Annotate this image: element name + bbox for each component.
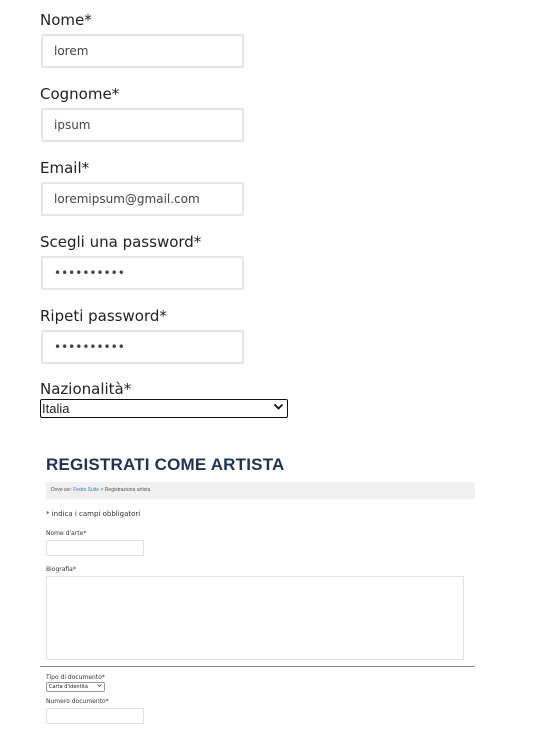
repeat-password-label: Ripeti password* <box>40 307 167 325</box>
doc-type-selected-value: Carta d'identità <box>49 684 88 690</box>
breadcrumb: Dove sei: Fedro Suite > Registrazione ar… <box>46 482 475 499</box>
cognome-field-wrap <box>41 108 253 142</box>
cognome-input[interactable] <box>43 110 253 140</box>
bio-label: Biografia* <box>46 566 76 573</box>
stage-name-label: Nome d'arte* <box>46 530 87 537</box>
email-label: Email* <box>40 159 90 177</box>
nazionalita-selected-value: Italia <box>42 401 70 416</box>
repeat-password-input[interactable] <box>43 332 253 362</box>
nazionalita-label: Nazionalità* <box>40 380 132 398</box>
artist-section-title: REGISTRATI COME ARTISTA <box>46 455 285 474</box>
breadcrumb-prefix: Dove sei: <box>51 487 72 493</box>
email-field-wrap <box>41 182 253 216</box>
stage-name-input[interactable] <box>46 540 144 556</box>
doc-number-input[interactable] <box>46 708 144 724</box>
breadcrumb-current: Registrazione artista <box>104 487 151 493</box>
chevron-down-icon <box>273 401 284 418</box>
doc-type-select[interactable]: Carta d'identità <box>46 682 105 692</box>
divider <box>40 666 475 667</box>
chevron-down-icon <box>97 683 102 691</box>
nazionalita-select[interactable]: Italia <box>40 399 288 418</box>
doc-number-label: Numero documento* <box>46 698 109 705</box>
password-input[interactable] <box>43 258 253 288</box>
nome-input[interactable] <box>43 36 253 66</box>
nome-field-wrap <box>41 34 253 68</box>
breadcrumb-separator: > <box>100 487 104 493</box>
password-label: Scegli una password* <box>40 233 202 251</box>
doc-type-label: Tipo di documento* <box>46 674 105 681</box>
required-fields-note: * indica i campi obbligatori <box>46 510 141 518</box>
email-input[interactable] <box>43 184 253 214</box>
cognome-label: Cognome* <box>40 85 120 103</box>
password-field-wrap <box>41 256 253 290</box>
breadcrumb-link-home[interactable]: Fedro Suite <box>73 487 99 493</box>
nome-label: Nome* <box>40 11 92 29</box>
bio-textarea[interactable] <box>46 576 464 660</box>
repeat-password-field-wrap <box>41 330 253 364</box>
